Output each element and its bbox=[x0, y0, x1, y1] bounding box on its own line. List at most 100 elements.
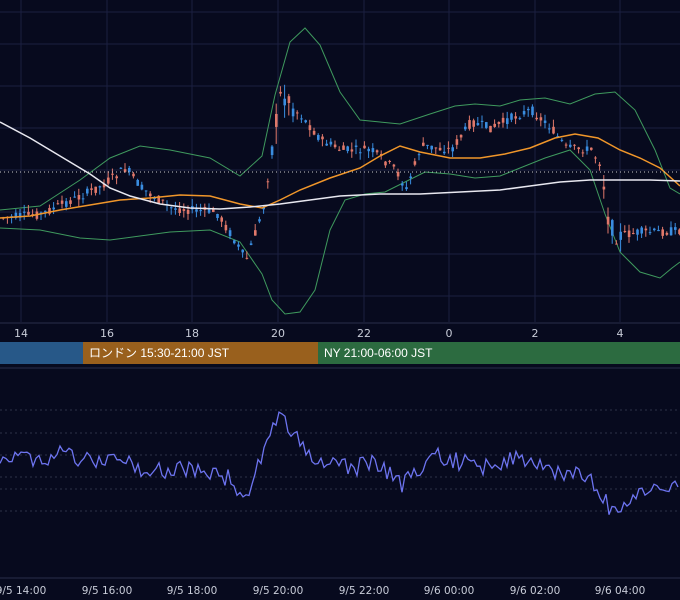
candle bbox=[665, 231, 669, 236]
candle bbox=[48, 204, 51, 216]
candle bbox=[539, 113, 543, 127]
candle-body bbox=[186, 209, 190, 214]
candle bbox=[552, 119, 555, 135]
candle bbox=[81, 192, 85, 204]
candle-body bbox=[510, 113, 513, 120]
candle-body bbox=[308, 125, 312, 131]
candle-body bbox=[52, 207, 55, 210]
candle-body bbox=[443, 151, 446, 154]
candle bbox=[178, 201, 181, 216]
candle-body bbox=[522, 111, 526, 115]
candle bbox=[527, 106, 530, 117]
candle bbox=[627, 224, 631, 243]
candle bbox=[237, 241, 240, 251]
candle-body bbox=[338, 149, 341, 151]
candle-body bbox=[237, 244, 240, 247]
candle-body bbox=[220, 217, 223, 222]
candle-body bbox=[115, 176, 118, 179]
oscillator-line bbox=[0, 411, 679, 515]
price-x-tick: 2 bbox=[532, 327, 539, 340]
candle-body bbox=[270, 146, 274, 156]
candle bbox=[174, 201, 177, 215]
candle-body bbox=[119, 167, 123, 169]
candle-body bbox=[182, 209, 186, 211]
candle-body bbox=[636, 229, 639, 235]
candle-body bbox=[174, 208, 177, 210]
candle bbox=[241, 249, 244, 258]
candle-body bbox=[245, 257, 249, 259]
candle-body bbox=[632, 233, 635, 235]
candle bbox=[10, 214, 13, 224]
candle-body bbox=[615, 243, 618, 245]
oscillator-panel[interactable] bbox=[0, 367, 680, 579]
candle bbox=[640, 226, 643, 238]
candle bbox=[661, 226, 664, 239]
candle-body bbox=[254, 230, 257, 236]
candle-body bbox=[304, 120, 307, 123]
candle bbox=[170, 206, 173, 215]
candle-body bbox=[459, 134, 463, 138]
candle bbox=[535, 112, 538, 121]
candle-body bbox=[346, 146, 349, 152]
bollinger-bands bbox=[0, 27, 680, 315]
candle-body bbox=[199, 210, 202, 212]
candle-body bbox=[329, 141, 333, 145]
oscillator-x-tick: 9/5 18:00 bbox=[167, 585, 218, 597]
candle-body bbox=[506, 118, 509, 125]
candle bbox=[480, 115, 484, 129]
candle-body bbox=[468, 120, 471, 129]
candle-body bbox=[107, 177, 110, 184]
candle-body bbox=[56, 203, 60, 205]
candle bbox=[270, 144, 274, 159]
candle-body bbox=[438, 147, 442, 151]
candle bbox=[224, 220, 228, 234]
candle bbox=[375, 149, 379, 155]
candle bbox=[56, 200, 60, 205]
candle bbox=[594, 156, 597, 164]
oscillator-x-tick: 9/6 04:00 bbox=[595, 585, 646, 597]
candle-body bbox=[451, 147, 454, 152]
candle-body bbox=[149, 193, 152, 197]
candle-body bbox=[657, 229, 660, 232]
price-chart[interactable]: 14 16 18 20 22 0 2 4 9/5 14:00 9/5 16:00 9/5 18:0… bbox=[0, 0, 680, 600]
candle-body bbox=[577, 147, 580, 150]
oscillator-x-tick: 9/6 00:00 bbox=[424, 585, 475, 597]
candle bbox=[531, 104, 534, 118]
candle-body bbox=[325, 143, 328, 146]
candle bbox=[216, 213, 219, 221]
candle bbox=[653, 227, 656, 232]
candle-body bbox=[60, 200, 64, 204]
candle bbox=[321, 134, 324, 147]
candle bbox=[514, 112, 517, 125]
price-x-axis: 14 16 18 20 22 0 2 4 bbox=[14, 327, 624, 340]
candle-body bbox=[291, 108, 295, 117]
candle-body bbox=[598, 164, 601, 166]
candle bbox=[258, 216, 261, 224]
candle-body bbox=[590, 147, 593, 150]
candle bbox=[195, 203, 198, 218]
candle bbox=[325, 139, 328, 146]
candle bbox=[464, 122, 467, 132]
candle bbox=[493, 119, 496, 128]
candle bbox=[249, 240, 253, 246]
candle-body bbox=[648, 232, 652, 234]
candle bbox=[86, 186, 89, 197]
candle-body bbox=[90, 188, 93, 190]
candle-body bbox=[317, 135, 320, 140]
candle-body bbox=[350, 149, 354, 152]
candle bbox=[548, 123, 551, 134]
candle bbox=[140, 181, 144, 191]
candle-body bbox=[27, 211, 30, 215]
price-x-tick: 18 bbox=[185, 327, 199, 340]
candle-body bbox=[480, 120, 484, 122]
candle bbox=[443, 145, 446, 155]
candle-body bbox=[73, 196, 76, 198]
candle-body bbox=[661, 229, 664, 236]
candle-body bbox=[548, 128, 551, 130]
candle bbox=[77, 188, 81, 207]
candle bbox=[73, 191, 76, 198]
candle bbox=[581, 149, 585, 158]
price-x-tick: 20 bbox=[271, 327, 285, 340]
candle bbox=[283, 84, 286, 118]
candle-body bbox=[132, 173, 135, 177]
